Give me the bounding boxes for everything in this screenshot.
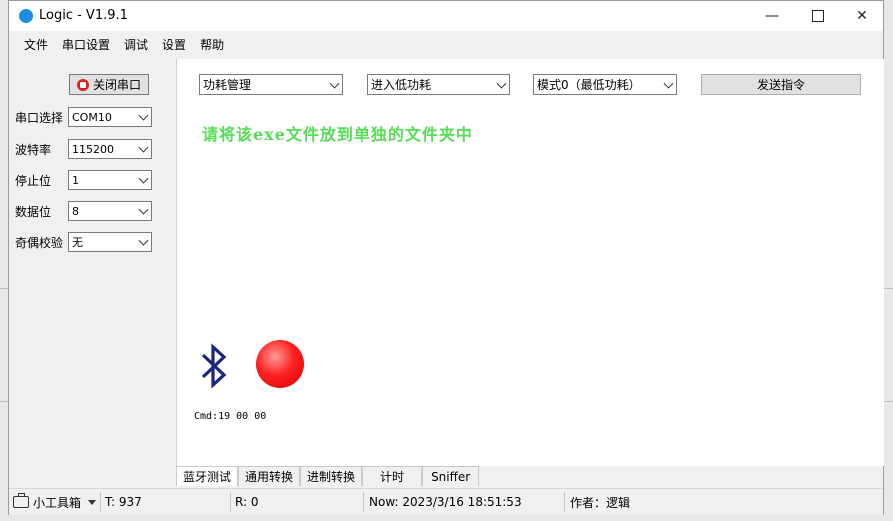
tx-count: T: 937 [105,495,142,509]
minimize-button[interactable]: — [749,1,795,31]
port-label: 串口选择 [15,111,64,125]
menu-bar: 文件 串口设置 调试 设置 帮助 [9,31,883,57]
stopbits-label: 停止位 [15,174,52,188]
window-title: Logic - V1.9.1 [39,8,128,23]
parity-value: 无 [72,236,83,249]
title-bar: Logic - V1.9.1 — ✕ [9,1,883,31]
dropdown-arrow-icon [88,499,97,505]
status-bar: 小工具箱 T: 937 R: 0 Now: 2023/3/16 18:51:53… [9,488,883,515]
menu-settings[interactable]: 设置 [155,36,193,53]
bluetooth-icon [201,343,227,389]
tab-sniffer[interactable]: Sniffer [422,466,480,486]
chevron-down-icon [663,78,674,89]
toolbox-dropdown[interactable]: 小工具箱 [13,489,97,515]
cmd-readout: Cmd:19 00 00 [194,411,267,422]
app-window: Logic - V1.9.1 — ✕ 文件 串口设置 调试 设置 帮助 关闭串口… [8,0,884,515]
chevron-down-icon [496,78,507,89]
toolbox-label: 小工具箱 [33,495,82,510]
status-separator [363,492,364,512]
port-select[interactable]: COM10 [68,107,152,127]
tab-bar: 蓝牙测试 通用转换 进制转换 计时 Sniffer [176,466,480,486]
chevron-down-icon [138,110,149,121]
close-port-button[interactable]: 关闭串口 [69,74,149,95]
baud-label: 波特率 [15,143,52,157]
desktop-line [0,401,8,402]
category-select[interactable]: 功耗管理 [199,74,343,95]
baud-value: 115200 [72,142,114,156]
menu-debug[interactable]: 调试 [117,36,155,53]
chevron-down-icon [138,204,149,215]
close-button[interactable]: ✕ [839,1,885,31]
stopbits-select[interactable]: 1 [68,170,152,190]
author-label: 作者：逻辑 [570,495,631,510]
status-led [256,340,304,388]
maximize-icon [812,10,824,22]
app-icon [19,9,33,23]
notice-text: 请将该exe文件放到单独的文件夹中 [202,125,473,144]
status-separator [564,492,565,512]
toolbox-icon [13,493,29,508]
category-value: 功耗管理 [203,78,252,92]
mode-select[interactable]: 模式0（最低功耗） [533,74,677,95]
baud-select[interactable]: 115200 [68,139,152,159]
tab-general-convert[interactable]: 通用转换 [238,466,301,486]
send-command-button[interactable]: 发送指令 [701,74,861,95]
status-separator [100,492,101,512]
port-value: COM10 [72,110,112,124]
chevron-down-icon [138,173,149,184]
chevron-down-icon [329,78,340,89]
menu-file[interactable]: 文件 [17,36,55,53]
databits-select[interactable]: 8 [68,201,152,221]
databits-label: 数据位 [15,205,52,219]
tab-timer[interactable]: 计时 [362,466,423,486]
menu-serial-settings[interactable]: 串口设置 [55,36,117,53]
chevron-down-icon [138,142,149,153]
main-panel: 功耗管理 进入低功耗 模式0（最低功耗） 发送指令 请将该exe文件放到单独的文… [176,59,884,466]
close-port-label: 关闭串口 [92,78,141,92]
maximize-button[interactable] [795,1,841,31]
rx-count: R: 0 [235,495,259,509]
action-value: 进入低功耗 [371,78,432,92]
chevron-down-icon [138,235,149,246]
action-select[interactable]: 进入低功耗 [367,74,510,95]
desktop-line [884,401,893,402]
stop-icon [76,78,89,91]
tab-base-convert[interactable]: 进制转换 [300,466,363,486]
parity-select[interactable]: 无 [68,232,152,252]
status-separator [230,492,231,512]
databits-value: 8 [72,204,79,218]
menu-help[interactable]: 帮助 [193,36,231,53]
stopbits-value: 1 [72,173,79,187]
mode-value: 模式0（最低功耗） [537,78,641,92]
current-time: Now: 2023/3/16 18:51:53 [369,495,522,509]
parity-label: 奇偶校验 [15,236,64,250]
desktop-line [884,288,893,289]
desktop-line [0,288,8,289]
tab-bluetooth-test[interactable]: 蓝牙测试 [176,466,239,486]
